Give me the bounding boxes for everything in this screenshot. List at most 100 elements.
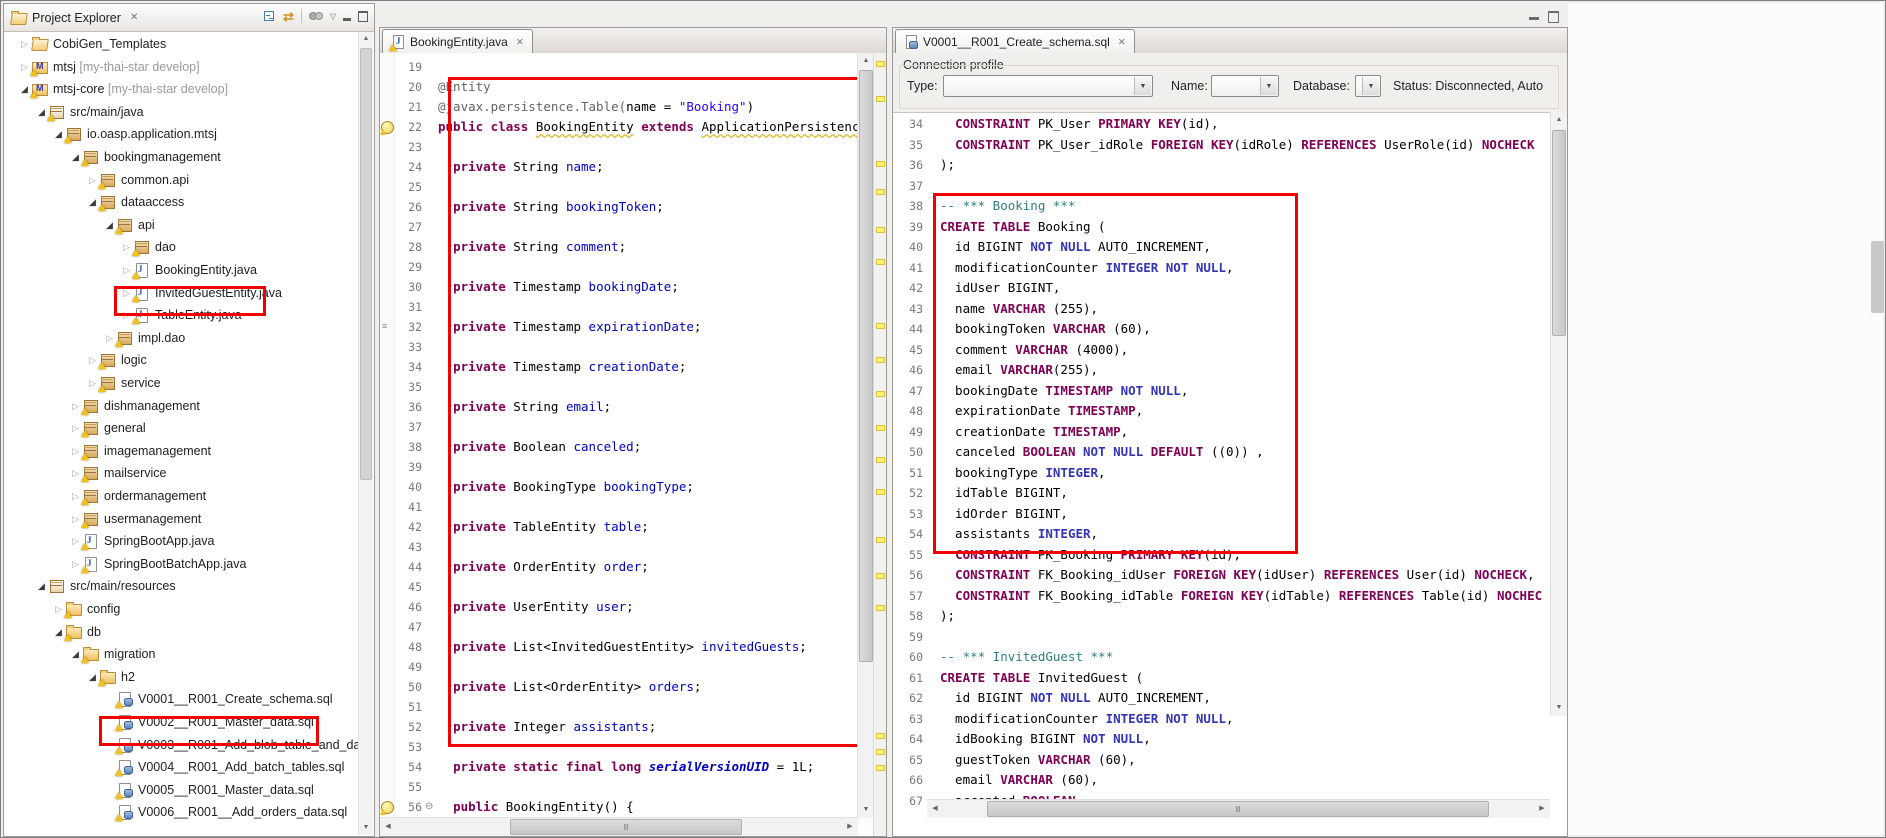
tree-item-mtsj-core[interactable]: ◢ Mmtsj-core [my-thai-star develop] (6, 78, 358, 101)
scroll-right-icon[interactable]: ▶ (1534, 800, 1550, 818)
type-select[interactable]: ▼ (943, 75, 1153, 97)
tree-item-CobiGen_Templates[interactable]: ▷ CobiGen_Templates (6, 33, 358, 56)
tree-item-impl.dao[interactable]: ▷ impl.dao (6, 327, 358, 350)
tree-item-api[interactable]: ◢ api (6, 214, 358, 237)
occurrence-marker[interactable] (876, 765, 885, 771)
name-select[interactable]: ▼ (1211, 75, 1279, 97)
fold-collapse-icon[interactable]: ⊖ (425, 797, 433, 817)
sql-code-area[interactable]: 34 CONSTRAINT PK_User PRIMARY KEY(id), 35… (893, 112, 1567, 836)
tree-item-V0001__R001_Create_schema.sql[interactable]: V0001__R001_Create_schema.sql (6, 688, 358, 711)
java-horizontal-scrollbar[interactable]: ◀ Ⅲ ▶ (380, 817, 858, 836)
scroll-up-icon[interactable]: ▲ (359, 32, 373, 46)
minimize-icon[interactable] (1529, 17, 1539, 20)
tree-item-service[interactable]: ▷ service (6, 372, 358, 395)
chevron-down-icon[interactable]: ▼ (1134, 77, 1151, 95)
tree-item-dao[interactable]: ▷ dao (6, 236, 358, 259)
close-icon[interactable]: ✕ (130, 12, 138, 23)
occurrence-marker[interactable] (876, 605, 885, 611)
tree-item-V0005__R001_Master_data.sql[interactable]: V0005__R001_Master_data.sql (6, 779, 358, 802)
close-icon[interactable]: ✕ (516, 37, 524, 48)
tree-item-TableEntity.java[interactable]: ▷ J TableEntity.java (6, 304, 358, 327)
occurrence-marker[interactable] (876, 189, 885, 195)
occurrence-marker[interactable] (876, 733, 885, 739)
tree-item-bookingmanagement[interactable]: ◢ bookingmanagement (6, 146, 358, 169)
occurrence-marker[interactable] (876, 457, 885, 463)
tree-item-src/main/resources[interactable]: ◢ src/main/resources (6, 575, 358, 598)
scroll-down-icon[interactable]: ▼ (858, 802, 874, 818)
link-with-editor-icon[interactable]: ⇄ (283, 10, 294, 23)
expander-icon[interactable]: ▷ (18, 33, 31, 56)
focus-icon[interactable] (308, 10, 323, 22)
scrollbar-thumb[interactable] (859, 70, 873, 662)
tree-item-BookingEntity.java[interactable]: ▷ J BookingEntity.java (6, 259, 358, 282)
tree-item-dishmanagement[interactable]: ▷ dishmanagement (6, 395, 358, 418)
occurrence-marker[interactable] (876, 61, 885, 67)
view-menu-icon[interactable]: ▽ (330, 12, 336, 21)
project-tree-scrollbar[interactable]: ▲ ▼ (358, 32, 373, 835)
tree-item-config[interactable]: ▷ config (6, 598, 358, 621)
tree-item-logic[interactable]: ▷ logic (6, 349, 358, 372)
occurrence-marker[interactable] (876, 259, 885, 265)
java-code-area[interactable]: 19 20 @Entity 21 @javax.persistence.Table(na… (380, 53, 886, 836)
occurrence-marker[interactable] (876, 537, 885, 543)
occurrence-marker[interactable] (876, 425, 885, 431)
tree-item-io.oasp.application.mtsj[interactable]: ◢ io.oasp.application.mtsj (6, 123, 358, 146)
scroll-down-icon[interactable]: ▼ (1551, 700, 1567, 716)
tree-item-dataaccess[interactable]: ◢ dataaccess (6, 191, 358, 214)
collapse-all-icon[interactable] (263, 10, 276, 23)
chevron-down-icon[interactable]: ▼ (1362, 77, 1379, 95)
tree-item-SpringBootApp.java[interactable]: ▷ J SpringBootApp.java (6, 530, 358, 553)
tree-item-usermanagement[interactable]: ▷ usermanagement (6, 508, 358, 531)
tree-item-mtsj[interactable]: ▷ Mmtsj [my-thai-star develop] (6, 56, 358, 79)
tree-item-src/main/java[interactable]: ◢ src/main/java (6, 101, 358, 124)
sql-horizontal-scrollbar[interactable]: ◀ Ⅲ ▶ (927, 799, 1550, 818)
tab-booking-entity[interactable]: J BookingEntity.java ✕ (382, 29, 533, 54)
sql-vertical-scrollbar[interactable]: ▲ ▼ (1550, 112, 1567, 716)
occurrence-marker[interactable] (876, 227, 885, 233)
occurrence-marker[interactable] (876, 391, 885, 397)
quickfix-warning-icon[interactable] (380, 801, 394, 815)
scroll-left-icon[interactable]: ◀ (380, 818, 396, 836)
tree-item-db[interactable]: ◢ db (6, 621, 358, 644)
occurrence-marker[interactable] (876, 96, 885, 102)
tree-item-imagemanagement[interactable]: ▷ imagemanagement (6, 440, 358, 463)
occurrence-marker[interactable] (876, 161, 885, 167)
scrollbar-thumb[interactable] (360, 48, 372, 480)
tree-item-general[interactable]: ▷ general (6, 417, 358, 440)
java-vertical-scrollbar[interactable]: ▲ ▼ (857, 53, 874, 818)
occurrence-marker[interactable] (876, 749, 885, 755)
tree-item-V0006__R001__Add_orders_data.sql[interactable]: V0006__R001__Add_orders_data.sql (6, 801, 358, 824)
scrollbar-thumb[interactable]: Ⅲ (510, 819, 742, 835)
tree-item-mailservice[interactable]: ▷ mailservice (6, 462, 358, 485)
tree-item-ordermanagement[interactable]: ▷ ordermanagement (6, 485, 358, 508)
minimize-view-icon[interactable] (343, 18, 351, 21)
database-select[interactable]: ▼ (1355, 75, 1381, 97)
scroll-left-icon[interactable]: ◀ (927, 800, 943, 818)
tree-item-migration[interactable]: ◢ migration (6, 643, 358, 666)
java-overview-ruler[interactable] (873, 53, 886, 836)
occurrence-marker[interactable] (876, 323, 885, 329)
tab-create-schema-sql[interactable]: V0001__R001_Create_schema.sql ✕ (895, 29, 1135, 54)
tree-item-V0003__R001_Add_blob_table_and_data.sql[interactable]: V0003__R001_Add_blob_table_and_data.sql (6, 734, 358, 757)
project-explorer-tab[interactable]: Project Explorer ✕ (4, 10, 138, 25)
maximize-view-icon[interactable] (358, 10, 368, 22)
expander-icon[interactable]: ◢ (35, 575, 48, 598)
tree-item-common.api[interactable]: ▷ common.api (6, 169, 358, 192)
scroll-down-icon[interactable]: ▼ (359, 821, 373, 835)
occurrence-marker[interactable] (876, 573, 885, 579)
scroll-up-icon[interactable]: ▲ (858, 53, 874, 69)
quickfix-warning-icon[interactable] (380, 121, 394, 135)
tree-item-h2[interactable]: ◢ h2 (6, 666, 358, 689)
project-tree[interactable]: ▷ CobiGen_Templates ▷ Mmtsj [my-thai-star d… (6, 33, 358, 834)
close-icon[interactable]: ✕ (1118, 37, 1126, 48)
maximize-icon[interactable] (1548, 11, 1559, 23)
tree-item-SpringBootBatchApp.java[interactable]: ▷ J SpringBootBatchApp.java (6, 553, 358, 576)
chevron-down-icon[interactable]: ▼ (1260, 77, 1277, 95)
occurrence-marker[interactable] (876, 489, 885, 495)
tree-item-V0004__R001_Add_batch_tables.sql[interactable]: V0004__R001_Add_batch_tables.sql (6, 756, 358, 779)
page-scrollbar-thumb[interactable] (1871, 241, 1884, 313)
scroll-right-icon[interactable]: ▶ (842, 818, 858, 836)
tree-item-V0002__R001_Master_data.sql[interactable]: V0002__R001_Master_data.sql (6, 711, 358, 734)
scroll-up-icon[interactable]: ▲ (1551, 112, 1567, 128)
scrollbar-thumb[interactable] (1552, 130, 1566, 336)
